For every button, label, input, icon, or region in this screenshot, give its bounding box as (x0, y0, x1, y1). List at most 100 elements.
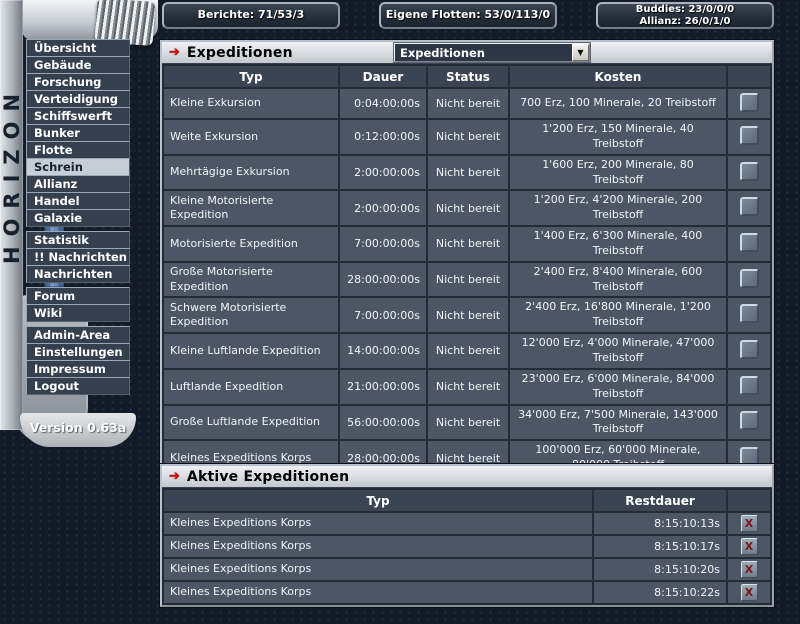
active-expedition-typ: Kleines Expeditions Korps (164, 559, 592, 580)
sidebar-item-bunker[interactable]: Bunker (26, 124, 130, 142)
expedition-kosten: 34'000 Erz, 7'500 Minerale, 143'000 Trei… (510, 406, 726, 440)
expedition-select-checkbox[interactable] (740, 93, 759, 112)
berichte-button[interactable]: Berichte: 71/53/3 (162, 2, 340, 29)
sidebar-item-galaxie[interactable]: Galaxie (26, 209, 130, 227)
cancel-expedition-button[interactable]: X (741, 584, 758, 601)
expedition-select-checkbox[interactable] (740, 233, 759, 252)
sidebar-item-statistik[interactable]: Statistik (26, 231, 130, 249)
cancel-expedition-button[interactable]: X (741, 538, 758, 555)
expedition-typ: Kleine Exkursion (164, 89, 338, 118)
sidebar-item-allianz[interactable]: Allianz (26, 175, 130, 193)
expedition-dauer: 7:00:00:00s (340, 227, 426, 261)
expedition-kosten: 23'000 Erz, 6'000 Minerale, 84'000 Treib… (510, 370, 726, 404)
expedition-kosten: 12'000 Erz, 4'000 Minerale, 47'000 Treib… (510, 334, 726, 368)
active-expeditions-panel: ➔ Aktive Expeditionen Typ Restdauer Klei… (160, 464, 774, 607)
flotten-label: Eigene Flotten: 53/0/113/0 (386, 9, 550, 22)
expedition-status: Nicht bereit (428, 406, 508, 440)
col-header-typ: Typ (164, 66, 338, 87)
expeditions-panel-header: ➔ Expeditionen Expeditionen ▼ (162, 42, 772, 64)
expedition-dauer: 7:00:00:00s (340, 298, 426, 332)
top-status-bar: Berichte: 71/53/3 Eigene Flotten: 53/0/1… (162, 2, 774, 29)
sidebar-item-wiki[interactable]: Wiki (26, 304, 130, 322)
expedition-typ: Mehrtägige Exkursion (164, 156, 338, 190)
red-arrow-icon: ➔ (169, 469, 180, 484)
expedition-type-select[interactable]: Expeditionen ▼ (394, 43, 590, 62)
table-row: Motorisierte Expedition 7:00:00:00s Nich… (164, 227, 770, 261)
expedition-dauer: 56:00:00:00s (340, 406, 426, 440)
table-row: Weite Exkursion 0:12:00:00s Nicht bereit… (164, 120, 770, 154)
col-header-restdauer: Restdauer (594, 490, 726, 511)
expedition-dauer: 21:00:00:00s (340, 370, 426, 404)
expedition-status: Nicht bereit (428, 227, 508, 261)
expedition-status: Nicht bereit (428, 263, 508, 297)
sidebar-item-schiffswerft[interactable]: Schiffswerft (26, 107, 130, 125)
expedition-dauer: 28:00:00:00s (340, 263, 426, 297)
active-table-header-row: Typ Restdauer (164, 490, 770, 511)
col-header-typ: Typ (164, 490, 592, 511)
nav-group-info: Statistik !! Nachrichten Nachrichten (26, 231, 130, 283)
expedition-dauer: 0:12:00:00s (340, 120, 426, 154)
red-arrow-icon: ➔ (169, 45, 180, 60)
expedition-select-checkbox[interactable] (740, 304, 759, 323)
expedition-select-checkbox[interactable] (740, 126, 759, 145)
nav-group-system: Admin-Area Einstellungen Impressum Logou… (26, 326, 130, 395)
expedition-select-checkbox[interactable] (740, 411, 759, 430)
expeditions-table: Typ Dauer Status Kosten Kleine Exkursion… (162, 64, 772, 477)
active-expedition-typ: Kleines Expeditions Korps (164, 536, 592, 557)
expedition-typ: Motorisierte Expedition (164, 227, 338, 261)
sidebar-item-forum[interactable]: Forum (26, 287, 130, 305)
expedition-kosten: 1'600 Erz, 200 Minerale, 80 Treibstoff (510, 156, 726, 190)
expedition-status: Nicht bereit (428, 334, 508, 368)
table-row: Kleines Expeditions Korps 8:15:10:13s X (164, 513, 770, 534)
buddies-allianz-button[interactable]: Buddies: 23/0/0/0 Allianz: 26/0/1/0 (596, 2, 774, 29)
chevron-down-icon[interactable]: ▼ (572, 44, 589, 61)
active-expedition-restdauer: 8:15:10:22s (594, 582, 726, 603)
expedition-kosten: 2'400 Erz, 8'400 Minerale, 600 Treibstof… (510, 263, 726, 297)
expedition-status: Nicht bereit (428, 156, 508, 190)
expedition-typ: Luftlande Expedition (164, 370, 338, 404)
sidebar-item-gebaeude[interactable]: Gebäude (26, 56, 130, 74)
sidebar-item-uebersicht[interactable]: Übersicht (26, 39, 130, 57)
active-expedition-restdauer: 8:15:10:17s (594, 536, 726, 557)
version-label: Version 0.63a (20, 413, 136, 447)
sidebar-nav: Übersicht Gebäude Forschung Verteidigung… (26, 40, 130, 400)
allianz-count-label: Allianz: 26/0/1/0 (640, 16, 731, 28)
expedition-typ: Große Luftlande Expedition (164, 406, 338, 440)
expedition-kosten: 700 Erz, 100 Minerale, 20 Treibstoff (510, 89, 726, 118)
sidebar-item-verteidigung[interactable]: Verteidigung (26, 90, 130, 108)
cancel-expedition-button[interactable]: X (741, 561, 758, 578)
expedition-select-checkbox[interactable] (740, 376, 759, 395)
col-header-status: Status (428, 66, 508, 87)
expedition-dauer: 2:00:00:00s (340, 191, 426, 225)
sidebar-item-flotte[interactable]: Flotte (26, 141, 130, 159)
sidebar-item-einstellungen[interactable]: Einstellungen (26, 343, 130, 361)
expedition-dauer: 14:00:00:00s (340, 334, 426, 368)
eigene-flotten-button[interactable]: Eigene Flotten: 53/0/113/0 (379, 2, 557, 29)
table-row: Große Motorisierte Expedition 28:00:00:0… (164, 263, 770, 297)
sidebar-item-forschung[interactable]: Forschung (26, 73, 130, 91)
expedition-select-checkbox[interactable] (740, 269, 759, 288)
sidebar-item-admin-area[interactable]: Admin-Area (26, 326, 130, 344)
sidebar-item-nachrichten-neu[interactable]: !! Nachrichten (26, 248, 130, 266)
sidebar-item-schrein[interactable]: Schrein (26, 158, 130, 176)
active-expedition-typ: Kleines Expeditions Korps (164, 513, 592, 534)
expeditions-title: Expeditionen (187, 45, 293, 61)
col-header-cancel (728, 490, 770, 511)
expedition-kosten: 1'400 Erz, 6'300 Minerale, 400 Treibstof… (510, 227, 726, 261)
expedition-typ: Schwere Motorisierte Expedition (164, 298, 338, 332)
sidebar-item-handel[interactable]: Handel (26, 192, 130, 210)
expedition-typ: Große Motorisierte Expedition (164, 263, 338, 297)
expedition-select-checkbox[interactable] (740, 162, 759, 181)
sidebar-item-nachrichten[interactable]: Nachrichten (26, 265, 130, 283)
expedition-select-checkbox[interactable] (740, 340, 759, 359)
sidebar-item-logout[interactable]: Logout (26, 377, 130, 395)
sidebar-item-impressum[interactable]: Impressum (26, 360, 130, 378)
expedition-status: Nicht bereit (428, 89, 508, 118)
expedition-kosten: 1'200 Erz, 150 Minerale, 40 Treibstoff (510, 120, 726, 154)
expedition-status: Nicht bereit (428, 370, 508, 404)
expedition-select-checkbox[interactable] (740, 197, 759, 216)
cancel-expedition-button[interactable]: X (741, 515, 758, 532)
table-row: Kleines Expeditions Korps 8:15:10:22s X (164, 582, 770, 603)
logo-strip: HORIZON (0, 0, 23, 430)
col-header-kosten: Kosten (510, 66, 726, 87)
